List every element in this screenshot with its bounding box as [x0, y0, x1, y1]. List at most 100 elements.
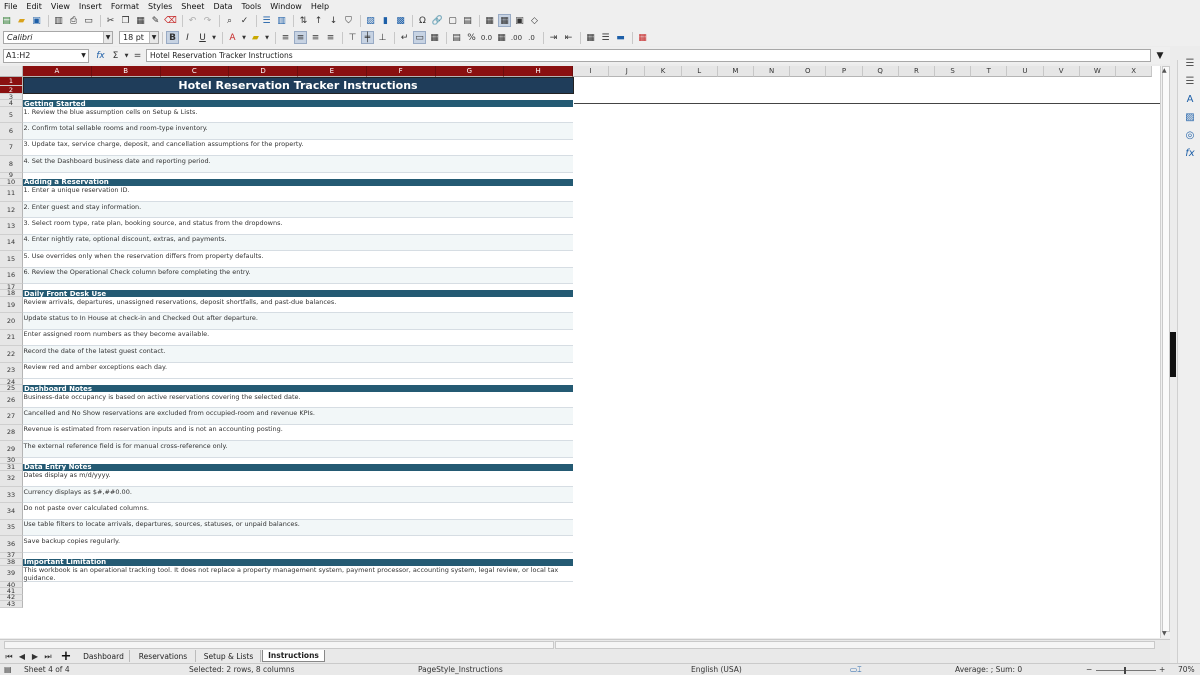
section-heading[interactable]: Dashboard Notes — [23, 385, 573, 393]
column-header-q[interactable]: Q — [862, 66, 899, 77]
column-header-v[interactable]: V — [1043, 66, 1080, 77]
name-box[interactable]: A1:H2 ▼ — [3, 48, 89, 63]
row-header[interactable]: 38 — [0, 558, 23, 566]
instruction-item[interactable]: 4. Set the Dashboard business date and r… — [23, 156, 573, 173]
font-size-box[interactable]: 18 pt ▼ — [119, 31, 159, 44]
undo-icon[interactable]: ↶ — [186, 14, 199, 27]
pivot-table-icon[interactable]: ▩ — [394, 14, 407, 27]
decrease-indent-icon[interactable]: ⇤ — [562, 31, 575, 44]
instruction-item[interactable]: Enter assigned room numbers as they beco… — [23, 330, 573, 347]
row-header[interactable]: 14 — [0, 234, 23, 252]
print-icon[interactable]: ⎙ — [67, 14, 80, 27]
format-currency-icon[interactable]: ▤ — [450, 31, 463, 44]
column-header-o[interactable]: O — [790, 66, 827, 77]
window-split-handle[interactable] — [1170, 332, 1176, 377]
instruction-item[interactable]: Use table filters to locate arrivals, de… — [23, 519, 573, 537]
language-status[interactable]: English (USA) — [691, 665, 742, 674]
column-header-x[interactable]: X — [1116, 66, 1153, 77]
redo-icon[interactable]: ↷ — [201, 14, 214, 27]
instruction-item[interactable]: The external reference field is for manu… — [23, 441, 573, 458]
instruction-item[interactable]: 1. Review the blue assumption cells on S… — [23, 107, 573, 124]
last-sheet-icon[interactable]: ⏭ — [43, 651, 53, 662]
format-number-icon[interactable]: 0.0 — [480, 31, 493, 44]
section-heading[interactable]: Adding a Reservation — [23, 178, 573, 186]
column-header-c[interactable]: C — [160, 66, 230, 77]
borders-icon[interactable]: ▦ — [584, 31, 597, 44]
align-bottom-icon[interactable]: ⊥ — [376, 31, 389, 44]
column-header-u[interactable]: U — [1007, 66, 1044, 77]
format-percent-icon[interactable]: % — [465, 31, 478, 44]
conditional-format-icon[interactable]: ▦ — [636, 31, 649, 44]
formula-input[interactable]: Hotel Reservation Tracker Instructions — [146, 49, 1151, 62]
instruction-item[interactable]: 2. Enter guest and stay information. — [23, 202, 573, 219]
dropdown-arrow-icon[interactable]: ▼ — [211, 31, 217, 44]
select-all-corner[interactable] — [0, 66, 23, 77]
wrap-text-icon[interactable]: ↵ — [398, 31, 411, 44]
save-icon[interactable]: ▣ — [30, 14, 43, 27]
align-center-icon[interactable]: ≡ — [294, 31, 307, 44]
column-header-f[interactable]: F — [366, 66, 436, 77]
column-header-s[interactable]: S — [935, 66, 972, 77]
sum-icon[interactable]: Σ — [109, 49, 122, 62]
instruction-item[interactable]: Record the date of the latest guest cont… — [23, 346, 573, 363]
instruction-item[interactable]: Revenue is estimated from reservation in… — [23, 425, 573, 442]
tab-dashboard[interactable]: Dashboard — [78, 650, 130, 662]
hyperlink-icon[interactable]: 🔗 — [431, 14, 444, 27]
tab-instructions[interactable]: Instructions — [262, 650, 325, 662]
menu-view[interactable]: View — [51, 2, 70, 11]
add-sheet-icon[interactable]: + — [60, 649, 72, 664]
instruction-item[interactable]: 5. Use overrides only when the reservati… — [23, 251, 573, 268]
new-document-icon[interactable]: ▤ — [0, 14, 13, 27]
selection-mode-icon[interactable]: ▭⌶ — [850, 665, 862, 675]
row-header[interactable]: 18 — [0, 289, 23, 297]
row-header[interactable]: 35 — [0, 519, 23, 537]
instruction-item[interactable]: Save backup copies regularly. — [23, 536, 573, 553]
border-color-icon[interactable]: ▬ — [614, 31, 627, 44]
row-header[interactable]: 43 — [0, 600, 23, 608]
section-heading[interactable]: Daily Front Desk Use — [23, 290, 573, 298]
underline-icon[interactable]: U — [196, 31, 209, 44]
copy-icon[interactable]: ❐ — [119, 14, 132, 27]
instruction-item[interactable]: Review arrivals, departures, unassigned … — [23, 297, 573, 314]
menu-insert[interactable]: Insert — [79, 2, 102, 11]
instruction-item[interactable]: 2. Confirm total sellable rooms and room… — [23, 123, 573, 140]
menu-file[interactable]: File — [4, 2, 17, 11]
section-heading[interactable]: Data Entry Notes — [23, 463, 573, 471]
column-icon[interactable]: ▥ — [275, 14, 288, 27]
row-header[interactable]: 11 — [0, 185, 23, 202]
zoom-out-icon[interactable]: − — [1086, 665, 1092, 674]
spelling-icon[interactable]: ✓ — [238, 14, 251, 27]
instruction-item[interactable]: 1. Enter a unique reservation ID. — [23, 186, 573, 202]
menu-styles[interactable]: Styles — [148, 2, 172, 11]
print-preview-icon[interactable]: ▭ — [82, 14, 95, 27]
row-header[interactable]: 21 — [0, 329, 23, 347]
row-header[interactable]: 5 — [0, 107, 23, 124]
zoom-level[interactable]: 70% — [1178, 665, 1195, 674]
export-pdf-icon[interactable]: ▥ — [52, 14, 65, 27]
align-middle-icon[interactable]: ╪ — [361, 31, 374, 44]
freeze-rows-columns-icon[interactable]: ▦ — [498, 14, 511, 27]
column-header-l[interactable]: L — [681, 66, 718, 77]
split-window-icon[interactable]: ▣ — [513, 14, 526, 27]
column-header-b[interactable]: B — [91, 66, 161, 77]
paste-icon[interactable]: ▦ — [134, 14, 147, 27]
sidebar-menu-icon[interactable]: ☰ — [1183, 56, 1197, 70]
headers-footers-icon[interactable]: ▤ — [461, 14, 474, 27]
formula-icon[interactable]: = — [131, 49, 144, 62]
expand-formula-bar-icon[interactable]: ▼ — [1152, 48, 1168, 63]
dropdown-arrow-icon[interactable]: ▼ — [264, 31, 270, 44]
scroll-up-icon[interactable]: ▲ — [1162, 67, 1167, 74]
align-right-icon[interactable]: ≡ — [309, 31, 322, 44]
tab-reservations[interactable]: Reservations — [131, 650, 196, 662]
sort-ascending-icon[interactable]: ↑ — [312, 14, 325, 27]
chevron-down-icon[interactable]: ▼ — [103, 32, 112, 43]
sort-icon[interactable]: ⇅ — [297, 14, 310, 27]
menu-edit[interactable]: Edit — [26, 2, 42, 11]
instruction-item[interactable]: Review red and amber exceptions each day… — [23, 363, 573, 379]
instruction-item[interactable]: Business-date occupancy is based on acti… — [23, 392, 573, 409]
open-folder-icon[interactable]: ▰ — [15, 14, 28, 27]
special-character-icon[interactable]: Ω — [416, 14, 429, 27]
vertical-scrollbar[interactable]: ▲ ▼ — [1160, 66, 1170, 638]
column-header-e[interactable]: E — [298, 66, 367, 77]
menu-sheet[interactable]: Sheet — [181, 2, 204, 11]
